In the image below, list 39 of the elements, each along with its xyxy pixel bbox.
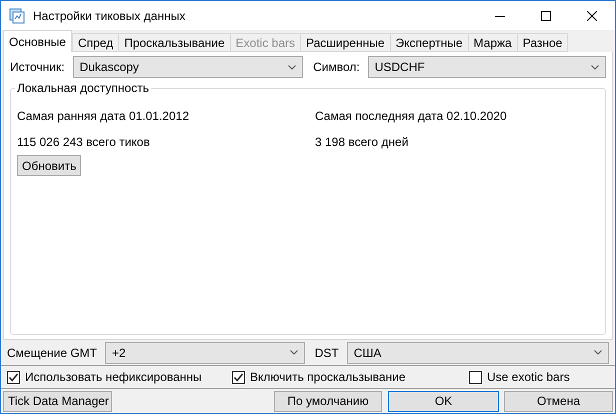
refresh-button[interactable]: Обновить: [17, 155, 82, 176]
field-label: DST: [314, 346, 339, 360]
tab[interactable]: Спред: [72, 33, 120, 52]
defaults-button[interactable]: По умолчанию: [274, 390, 382, 412]
ok-button[interactable]: OK: [388, 390, 499, 412]
checkbox-label: Use exotic bars: [487, 370, 570, 384]
group-title: Локальная доступность: [15, 81, 151, 95]
symbol-dropdown[interactable]: USDCHF: [368, 56, 606, 78]
tick-data-manager-button[interactable]: Tick Data Manager: [3, 390, 112, 412]
maximize-icon[interactable]: [541, 10, 551, 20]
checkbox[interactable]: [469, 370, 482, 384]
tab[interactable]: Расширенные: [300, 33, 391, 52]
tab[interactable]: Разное: [516, 33, 568, 52]
tab[interactable]: Проскальзывание: [118, 33, 231, 52]
cancel-button[interactable]: Отмена: [504, 390, 613, 412]
checkbox-label: Использовать нефиксированны: [25, 370, 202, 384]
field-label: Смещение GMT: [7, 346, 97, 360]
source-dropdown[interactable]: Dukascopy: [72, 56, 304, 78]
dropdown-caret-icon: [591, 64, 599, 70]
dropdown-caret-icon: [288, 64, 296, 70]
app-icon: [9, 8, 25, 24]
checkbox[interactable]: [7, 370, 20, 384]
tab[interactable]: Маржа: [468, 33, 518, 52]
day-count-text: 3 198 всего дней: [315, 135, 410, 149]
dropdown-caret-icon: [594, 350, 602, 356]
window-title: Настройки тиковых данных: [33, 8, 186, 22]
checkbox-label: Включить проскальзывание: [250, 370, 406, 384]
dropdown-caret-icon: [290, 350, 298, 356]
close-icon[interactable]: [587, 10, 597, 20]
tab[interactable]: Основные: [3, 30, 72, 52]
earliest-date-text: Самая ранняя дата 01.01.2012: [17, 109, 190, 123]
tick-count-text: 115 026 243 всего тиков: [17, 135, 151, 149]
tab[interactable]: Экспертные: [390, 33, 469, 52]
dst-dropdown[interactable]: США: [346, 342, 609, 364]
field-label: Символ:: [313, 60, 360, 74]
checkbox[interactable]: [232, 370, 245, 384]
latest-date-text: Самая последняя дата 02.10.2020: [315, 109, 508, 123]
field-label: Источник:: [10, 60, 65, 74]
gmt-offset-dropdown[interactable]: +2: [105, 342, 305, 364]
